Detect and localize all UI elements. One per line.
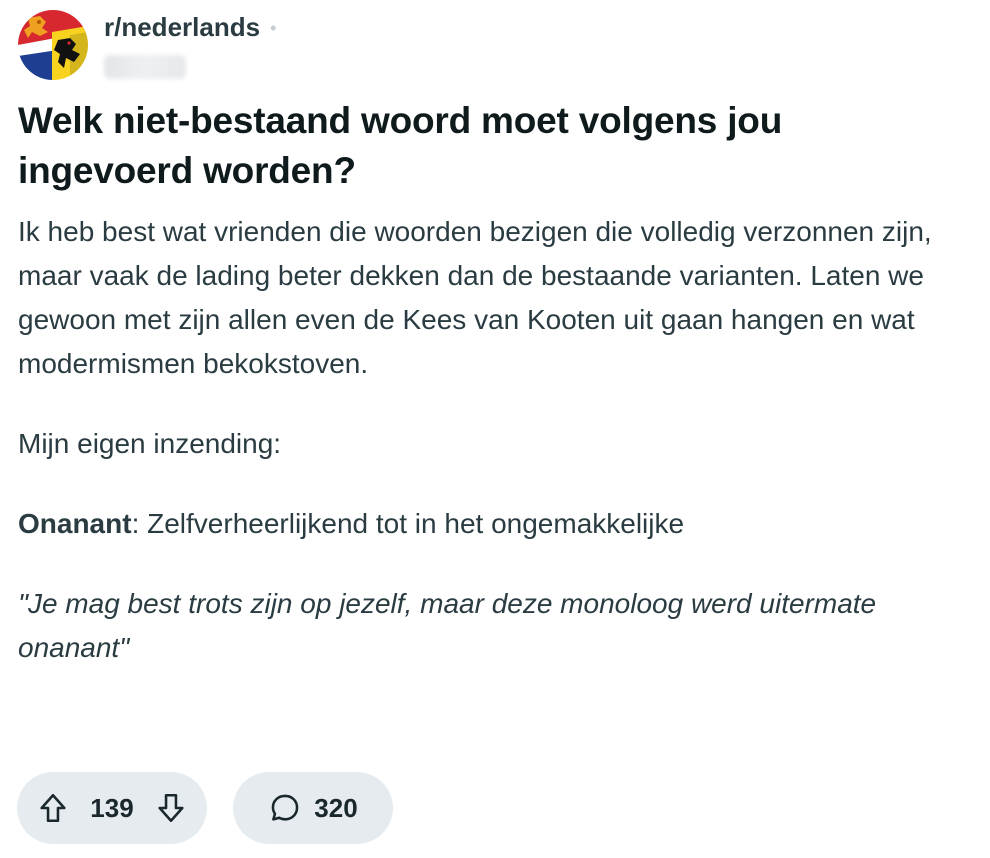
subreddit-avatar[interactable] [18, 10, 88, 80]
speech-bubble-icon [271, 794, 299, 821]
subreddit-row: r/nederlands • [104, 12, 276, 43]
meta-separator: • [270, 18, 277, 38]
post-title[interactable]: Welk niet-bestaand woord moet volgens jo… [18, 96, 918, 196]
body-quote: "Je mag best trots zijn op jezelf, maar … [18, 588, 877, 663]
downvote-button[interactable] [153, 790, 189, 826]
blurred-username [104, 55, 186, 79]
post-meta: r/nederlands • [104, 12, 276, 79]
post-body: Ik heb best wat vrienden die woorden bez… [18, 210, 938, 670]
arrow-up-icon [40, 793, 66, 823]
body-paragraph-3: Onanant: Zelfverheerlijkend tot in het o… [18, 502, 938, 546]
term-definition: : Zelfverheerlijkend tot in het ongemakk… [131, 508, 685, 539]
vote-count: 139 [90, 792, 134, 823]
vote-bar: 139 [17, 772, 207, 844]
upvote-button[interactable] [35, 790, 71, 826]
comments-button[interactable]: 320 [233, 772, 393, 844]
subreddit-link[interactable]: r/nederlands [104, 12, 260, 43]
post-card: r/nederlands • Welk niet-bestaand woord … [18, 10, 978, 706]
post-actions: 139 320 [17, 772, 393, 844]
flag-lion-icon [18, 10, 88, 80]
arrow-down-icon [158, 793, 184, 823]
body-paragraph-2: Mijn eigen inzending: [18, 428, 282, 459]
post-header: r/nederlands • [18, 10, 978, 82]
defined-term: Onanant [18, 508, 132, 539]
comment-count: 320 [314, 792, 358, 823]
body-paragraph-1: Ik heb best wat vrienden die woorden bez… [18, 216, 932, 379]
